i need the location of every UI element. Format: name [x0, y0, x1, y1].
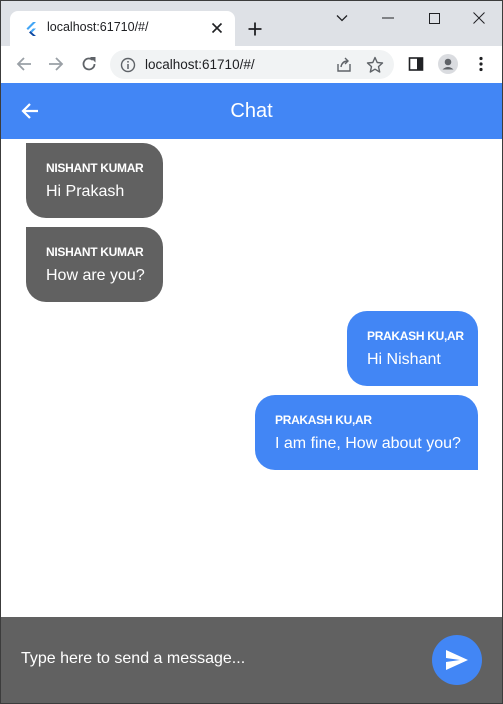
- message-input[interactable]: [21, 650, 411, 668]
- message-text: How are you?: [46, 267, 145, 284]
- side-panel-icon[interactable]: [406, 54, 426, 74]
- message-composer: [1, 617, 502, 703]
- star-icon[interactable]: [366, 56, 384, 74]
- back-nav-icon[interactable]: [14, 54, 34, 74]
- message-text: I am fine, How about you?: [275, 435, 461, 452]
- address-bar[interactable]: localhost:61710/#/: [110, 50, 394, 79]
- message-sender: PRAKASH KU,AR: [275, 413, 372, 427]
- close-icon[interactable]: [209, 20, 225, 36]
- message-list: NISHANT KUMAR Hi Prakash NISHANT KUMAR H…: [1, 139, 502, 617]
- window-close-icon[interactable]: [467, 7, 491, 29]
- minimize-icon[interactable]: [376, 7, 400, 29]
- new-tab-icon[interactable]: [244, 18, 266, 40]
- kebab-menu-icon[interactable]: [471, 54, 491, 74]
- message-text: Hi Nishant: [367, 351, 441, 368]
- message-sender: NISHANT KUMAR: [46, 245, 144, 259]
- tab-strip: localhost:61710/#/: [1, 1, 502, 46]
- browser-tab[interactable]: localhost:61710/#/: [10, 11, 235, 46]
- flutter-icon: [25, 22, 39, 36]
- message-sender: PRAKASH KU,AR: [367, 329, 464, 343]
- browser-toolbar: localhost:61710/#/: [1, 46, 502, 83]
- message-bubble-outgoing[interactable]: PRAKASH KU,AR I am fine, How about you?: [255, 395, 478, 470]
- message-sender: NISHANT KUMAR: [46, 161, 144, 175]
- send-button[interactable]: [432, 635, 482, 685]
- message-text: Hi Prakash: [46, 183, 125, 200]
- page-title: Chat: [230, 100, 273, 122]
- info-icon[interactable]: [120, 57, 136, 73]
- tab-title: localhost:61710/#/: [47, 20, 149, 34]
- profile-avatar-icon[interactable]: [438, 54, 458, 74]
- send-icon: [445, 649, 469, 671]
- address-url: localhost:61710/#/: [145, 57, 255, 72]
- share-icon[interactable]: [335, 56, 353, 74]
- reload-icon[interactable]: [79, 54, 99, 74]
- forward-nav-icon[interactable]: [46, 54, 66, 74]
- message-bubble-incoming[interactable]: NISHANT KUMAR Hi Prakash: [26, 143, 163, 218]
- browser-window: localhost:61710/#/ localhost:61710/#/ Ch…: [0, 0, 503, 704]
- tab-search-chevron-icon[interactable]: [330, 7, 354, 29]
- maximize-icon[interactable]: [422, 7, 446, 29]
- message-bubble-incoming[interactable]: NISHANT KUMAR How are you?: [26, 227, 163, 302]
- message-bubble-outgoing[interactable]: PRAKASH KU,AR Hi Nishant: [347, 311, 478, 386]
- app-bar: Chat: [1, 83, 502, 139]
